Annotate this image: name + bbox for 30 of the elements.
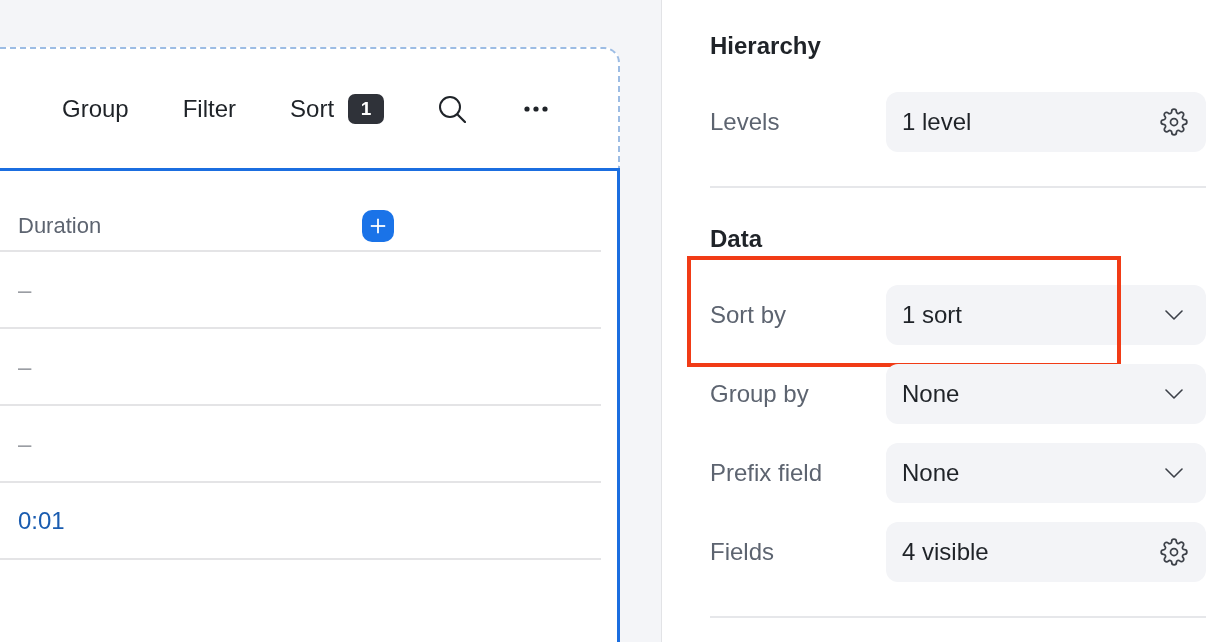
chevron-down-icon bbox=[1165, 310, 1183, 320]
select-field[interactable]: 1 sort bbox=[886, 285, 1206, 345]
plus-icon bbox=[370, 218, 386, 234]
toolbar-button[interactable]: Sort 1 bbox=[290, 93, 385, 124]
setting-label: Levels bbox=[710, 108, 781, 136]
section-title: Hierarchy bbox=[710, 31, 822, 61]
search-icon[interactable] bbox=[438, 94, 467, 123]
count-badge: 1 bbox=[348, 93, 385, 124]
table-cell: – bbox=[18, 275, 32, 304]
gear-icon bbox=[1160, 538, 1188, 566]
settings-field[interactable]: 1 level bbox=[886, 92, 1206, 152]
setting-label: Group by bbox=[710, 380, 810, 408]
toolbar-button[interactable]: Filter bbox=[182, 93, 237, 124]
setting-label: Prefix field bbox=[710, 459, 824, 487]
column-header: Duration bbox=[18, 213, 103, 239]
select-field[interactable]: None bbox=[886, 364, 1206, 424]
select-field[interactable]: None bbox=[886, 443, 1206, 503]
setting-label: Sort by bbox=[710, 301, 788, 329]
setting-label: Fields bbox=[710, 538, 776, 566]
gear-icon bbox=[1160, 108, 1188, 136]
table-cell: – bbox=[18, 429, 32, 458]
section-title: Data bbox=[710, 224, 764, 254]
settings-field[interactable]: 4 visible bbox=[886, 522, 1206, 582]
more-icon[interactable] bbox=[524, 105, 549, 112]
add-column-button[interactable] bbox=[362, 210, 394, 242]
table-cell: – bbox=[18, 352, 32, 381]
toolbar-button[interactable]: Group bbox=[62, 93, 129, 124]
table-cell: 0:01 bbox=[18, 506, 65, 535]
chevron-down-icon bbox=[1165, 389, 1183, 399]
chevron-down-icon bbox=[1165, 468, 1183, 478]
